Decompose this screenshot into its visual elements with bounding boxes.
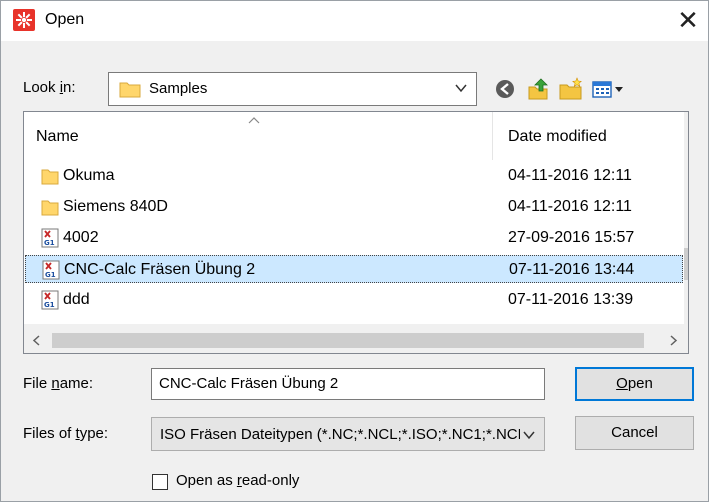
list-item[interactable]: G1 4002 27-09-2016 15:57 [25,224,683,252]
back-button[interactable] [491,75,519,103]
title-bar: Open ✕ [1,1,708,41]
new-folder-button[interactable] [557,75,585,103]
file-date: 04-11-2016 12:11 [508,167,632,184]
file-date: 07-11-2016 13:39 [508,291,634,308]
horizontal-scroll-thumb[interactable] [52,333,644,348]
list-item-selected[interactable]: G1 CNC-Calc Fräsen Übung 2 07-11-2016 13… [25,255,683,283]
open-button[interactable]: Open [575,367,694,401]
file-list[interactable]: Name Date modified Okuma 04-11-2016 12:1… [23,111,689,354]
gcode-file-icon: G1 [41,290,59,310]
window-title: Open [45,11,85,28]
vertical-scrollbar[interactable] [684,112,689,324]
look-in-value: Samples [149,80,208,97]
file-date: 27-09-2016 15:57 [508,229,635,246]
file-name: Okuma [63,167,115,184]
scroll-left-icon[interactable] [32,335,40,346]
up-folder-button[interactable] [525,75,553,103]
file-name-input[interactable]: CNC-Calc Fräsen Übung 2 [151,368,545,400]
read-only-checkbox[interactable] [152,474,168,490]
file-type-combo[interactable]: ISO Fräsen Dateitypen (*.NC;*.NCL;*.ISO;… [151,417,545,451]
file-date: 04-11-2016 12:11 [508,198,632,215]
file-name: ddd [63,291,90,308]
folder-icon [41,169,59,185]
file-type-label: Files of type: [23,425,109,442]
view-menu-icon [592,81,623,98]
open-dialog: Open ✕ Look in: Samples Name Date modifi… [0,0,709,502]
list-item[interactable]: Siemens 840D 04-11-2016 12:11 [25,193,683,221]
scroll-down-icon[interactable] [688,304,689,312]
read-only-label[interactable]: Open as read-only [176,472,299,489]
file-name: 4002 [63,229,99,246]
folder-icon [41,200,59,216]
chevron-down-icon [523,431,535,440]
column-divider[interactable] [492,112,493,160]
view-menu-button[interactable] [590,75,626,103]
svg-text:G1: G1 [44,239,55,247]
scroll-right-icon[interactable] [670,335,678,346]
file-type-value: ISO Fräsen Dateitypen (*.NC;*.NCL;*.ISO;… [160,426,520,443]
scrollbar-corner [684,324,688,353]
file-name: CNC-Calc Fräsen Übung 2 [64,261,256,278]
look-in-combo[interactable]: Samples [108,72,477,106]
file-name: Siemens 840D [63,198,168,215]
gcode-file-icon: G1 [42,260,60,280]
cancel-button[interactable]: Cancel [575,416,694,450]
file-name-label: File name: [23,375,94,392]
list-item[interactable]: Okuma 04-11-2016 12:11 [25,162,683,190]
vertical-scroll-thumb[interactable] [684,248,688,280]
scroll-up-icon[interactable] [688,130,689,138]
file-date: 07-11-2016 13:44 [509,261,635,278]
gcode-file-icon: G1 [41,228,59,248]
sort-ascending-icon [248,117,260,124]
back-arrow-icon [496,80,514,98]
folder-icon [119,82,141,98]
app-icon [13,9,35,31]
svg-text:G1: G1 [45,271,56,279]
file-name-value: CNC-Calc Fräsen Übung 2 [159,375,339,392]
new-folder-icon [559,77,582,100]
chevron-down-icon [455,84,467,93]
up-folder-icon [528,78,548,100]
svg-text:G1: G1 [44,301,55,309]
list-item[interactable]: G1 ddd 07-11-2016 13:39 [25,286,683,314]
look-in-label: Look in: [23,79,76,96]
horizontal-scrollbar[interactable] [24,324,684,353]
close-button[interactable]: ✕ [673,6,703,36]
